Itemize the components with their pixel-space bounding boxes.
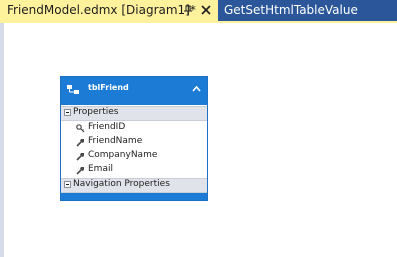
tab-getsethtmltablevalue[interactable]: GetSetHtmlTableValue: [218, 0, 397, 21]
entity-footer: [61, 193, 207, 200]
tab-underline: [0, 21, 397, 23]
collapse-expander-icon[interactable]: [64, 181, 71, 188]
document-tab-strip: FriendModel.edmx [Diagram1]* GetSetHtmlT…: [0, 0, 397, 21]
property-name: Email: [88, 164, 113, 174]
tab-title: GetSetHtmlTableValue: [224, 3, 358, 17]
navigation-properties-label: Navigation Properties: [73, 179, 170, 189]
close-icon[interactable]: [200, 4, 212, 16]
entity-icon: [67, 85, 79, 94]
property-row-friendid[interactable]: FriendID: [61, 122, 207, 135]
property-name: FriendID: [88, 122, 126, 132]
property-row-friendname[interactable]: FriendName: [61, 136, 207, 149]
wrench-icon: [76, 153, 84, 161]
tab-friendmodel-edmx[interactable]: FriendModel.edmx [Diagram1]*: [0, 0, 218, 21]
entity-shape-tblfriend[interactable]: tblFriend Properties FriendID FriendName: [60, 76, 208, 201]
navigation-properties-section-header[interactable]: Navigation Properties: [61, 178, 207, 193]
property-name: FriendName: [88, 136, 143, 146]
properties-section-header[interactable]: Properties: [61, 106, 207, 121]
key-icon: [76, 124, 85, 133]
chevron-up-icon[interactable]: [192, 85, 201, 92]
entity-name: tblFriend: [88, 83, 129, 92]
left-edge: [0, 23, 4, 257]
tab-title: FriendModel.edmx [Diagram1]*: [7, 3, 196, 17]
properties-section-label: Properties: [73, 107, 119, 117]
property-row-companyname[interactable]: CompanyName: [61, 150, 207, 163]
entity-header[interactable]: tblFriend: [61, 77, 207, 105]
wrench-icon: [76, 167, 84, 175]
pin-icon[interactable]: [183, 5, 193, 15]
property-name: CompanyName: [88, 150, 158, 160]
collapse-expander-icon[interactable]: [64, 109, 71, 116]
wrench-icon: [76, 139, 84, 147]
property-row-email[interactable]: Email: [61, 164, 207, 177]
